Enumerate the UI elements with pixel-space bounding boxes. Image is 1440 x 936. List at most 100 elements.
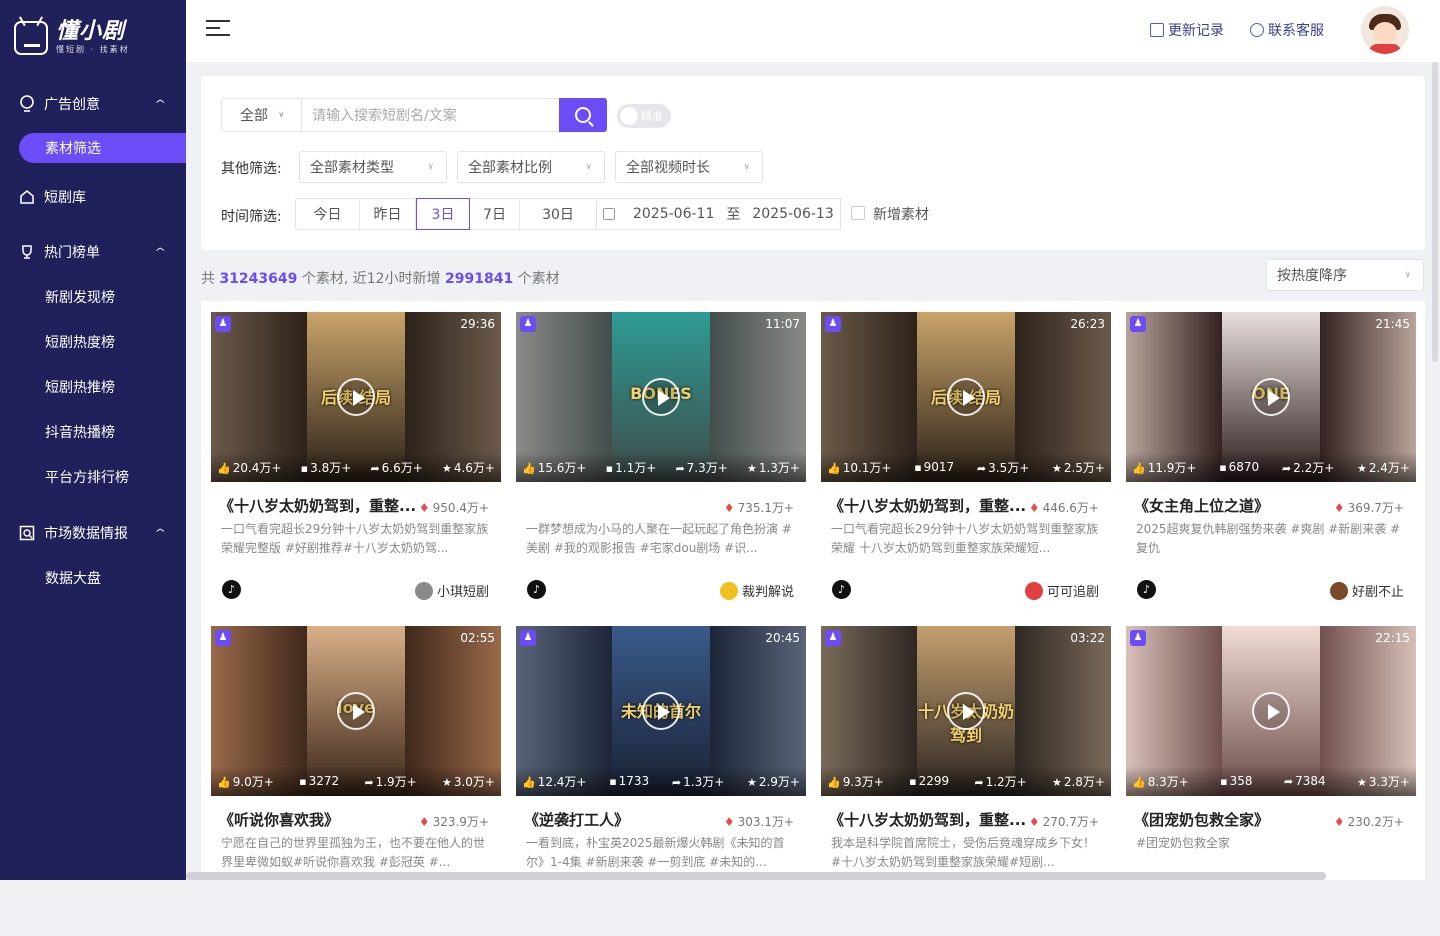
- fire-icon: ♦: [1028, 501, 1040, 515]
- sidebar-item-material-filter[interactable]: 素材筛选: [19, 133, 186, 163]
- search-button[interactable]: [559, 98, 607, 132]
- card-title[interactable]: 《十八岁太奶奶驾到，重整...: [829, 495, 1029, 516]
- play-icon[interactable]: [947, 692, 985, 730]
- time-3day-button[interactable]: 3日: [416, 198, 470, 230]
- date-range-picker[interactable]: 2025-06-11 至 2025-06-13: [595, 198, 841, 230]
- sidebar-item-new-drama[interactable]: 新剧发现榜: [45, 287, 115, 307]
- chevron-down-icon: ∨: [278, 110, 285, 120]
- material-card[interactable]: BONES ♟ 11:07 👍 15.6万+ ▪ 1.1万+ ➦ 7.3万+ ★ 1.3万+ ♦ 735…: [516, 312, 806, 622]
- sidebar-item-drama-heat[interactable]: 短剧热度榜: [45, 332, 115, 352]
- favorites-value: 2.4万+: [1368, 460, 1410, 475]
- play-icon[interactable]: [337, 378, 375, 416]
- thumbs-up-icon: 👍: [522, 775, 536, 789]
- sort-select[interactable]: 按热度降序 ∨: [1266, 259, 1424, 291]
- menu-fold-icon[interactable]: [206, 20, 230, 40]
- comments-metric: ▪ 3272: [299, 774, 339, 788]
- new-material-checkbox[interactable]: [851, 206, 865, 220]
- chevron-down-icon: ∨: [1404, 270, 1411, 280]
- play-icon[interactable]: [642, 692, 680, 730]
- play-icon[interactable]: [1252, 692, 1290, 730]
- card-title[interactable]: 《女主角上位之道》: [1134, 495, 1334, 516]
- video-thumbnail[interactable]: 十八岁太奶奶驾到 ♟ 03:22 👍 9.3万+ ▪ 2299 ➦ 1.2万+ ★ 2.8万+: [821, 626, 1111, 796]
- favorites-metric: ★ 3.3万+: [1357, 773, 1410, 790]
- update-log-link[interactable]: 更新记录: [1150, 20, 1224, 40]
- video-thumbnail[interactable]: ONE ♟ 21:45 👍 11.9万+ ▪ 6870 ➦ 2.2万+ ★ 2.4万+: [1126, 312, 1416, 482]
- likes-value: 12.4万+: [537, 774, 587, 789]
- time-30day-button[interactable]: 30日: [520, 199, 596, 229]
- user-badge-icon: ♟: [215, 316, 231, 332]
- comments-metric: ▪ 2299: [909, 774, 949, 788]
- play-icon[interactable]: [1252, 378, 1290, 416]
- sidebar-item-douyin-hot[interactable]: 抖音热播榜: [45, 422, 115, 442]
- stats-total: 31243649: [219, 271, 298, 287]
- material-card[interactable]: 未知的首尔 ♟ 20:45 👍 12.4万+ ▪ 1733 ➦ 1.3万+ ★ 2.9万+ 《逆袭打工…: [516, 626, 806, 936]
- material-card[interactable]: ONE ♟ 21:45 👍 11.9万+ ▪ 6870 ➦ 2.2万+ ★ 2.4万+ 《女主角上位之…: [1126, 312, 1416, 622]
- sidebar-item-data-dashboard[interactable]: 数据大盘: [45, 568, 101, 588]
- video-metrics: 👍 20.4万+ ▪ 3.8万+ ➦ 6.6万+ ★ 4.6万+: [211, 452, 501, 482]
- nav-group-hot-lists[interactable]: 热门榜单 ^: [0, 232, 186, 272]
- comments-metric: ▪ 9017: [914, 460, 954, 474]
- card-title[interactable]: 《逆袭打工人》: [524, 809, 724, 830]
- fire-icon: ♦: [418, 501, 430, 515]
- douyin-icon: ♪: [832, 580, 851, 599]
- video-thumbnail[interactable]: ♟ 22:15 👍 8.3万+ ▪ 358 ➦ 7384 ★ 3.3万+: [1126, 626, 1416, 796]
- user-avatar[interactable]: [1361, 6, 1409, 54]
- search-category-select[interactable]: 全部 ∨: [222, 99, 302, 131]
- time-7day-button[interactable]: 7日: [470, 199, 520, 229]
- time-yesterday-button[interactable]: 昨日: [360, 199, 416, 229]
- card-title[interactable]: 《十八岁太奶奶驾到，重整...: [829, 809, 1029, 830]
- nav-group-market-data[interactable]: 市场数据情报 ^: [0, 513, 186, 553]
- card-description: 一口气看完超长29分钟十八岁太奶奶驾到重整家族荣耀 十八岁太奶奶驾到重整家族荣耀…: [831, 522, 1099, 555]
- user-badge-icon: ♟: [1130, 316, 1146, 332]
- material-card[interactable]: 后续·结局 ♟ 29:36 👍 20.4万+ ▪ 3.8万+ ➦ 6.6万+ ★ 4.6万+ 《十八岁…: [211, 312, 501, 622]
- video-thumbnail[interactable]: love ♟ 02:55 👍 9.0万+ ▪ 3272 ➦ 1.9万+ ★ 3.0万+: [211, 626, 501, 796]
- play-icon[interactable]: [947, 378, 985, 416]
- nav-group-ad-creative[interactable]: 广告创意 ^: [0, 84, 186, 124]
- share-icon: ➦: [671, 775, 682, 789]
- author[interactable]: 裁判解说: [719, 581, 794, 600]
- comments-value: 1733: [618, 774, 650, 788]
- material-ratio-select[interactable]: 全部素材比例 ∨: [457, 151, 605, 183]
- video-duration: 29:36: [460, 317, 495, 331]
- fire-icon: ♦: [723, 501, 735, 515]
- favorites-metric: ★ 3.0万+: [442, 773, 495, 790]
- video-thumbnail[interactable]: 后续·结局 ♟ 26:23 👍 10.1万+ ▪ 9017 ➦ 3.5万+ ★ 2.5万+: [821, 312, 1111, 482]
- sidebar: 懂小剧 懂短剧 · 找素材 广告创意 ^ 素材筛选 短剧库 热门榜单 ^ 新剧发…: [0, 0, 186, 880]
- author[interactable]: 好剧不止: [1329, 581, 1404, 600]
- video-thumbnail[interactable]: BONES ♟ 11:07 👍 15.6万+ ▪ 1.1万+ ➦ 7.3万+ ★ 1.3万+: [516, 312, 806, 482]
- material-card[interactable]: 后续·结局 ♟ 26:23 👍 10.1万+ ▪ 9017 ➦ 3.5万+ ★ 2.5万+ 《十八岁太…: [821, 312, 1111, 622]
- comment-icon: ▪: [299, 775, 307, 788]
- video-duration-select[interactable]: 全部视频时长 ∨: [615, 151, 763, 183]
- share-icon: ➦: [1281, 461, 1292, 475]
- card-title[interactable]: 《团宠奶包救全家》: [1134, 809, 1334, 830]
- chevron-up-icon: ^: [153, 527, 166, 539]
- card-title[interactable]: 《听说你喜欢我》: [219, 809, 419, 830]
- video-thumbnail[interactable]: 后续·结局 ♟ 29:36 👍 20.4万+ ▪ 3.8万+ ➦ 6.6万+ ★ 4.6万+: [211, 312, 501, 482]
- comments-metric: ▪ 1.1万+: [606, 459, 657, 476]
- share-icon: ➦: [974, 775, 984, 789]
- logo[interactable]: 懂小剧 懂短剧 · 找素材: [14, 20, 130, 55]
- heat-value: ♦ 369.7万+: [1334, 499, 1404, 516]
- exact-match-toggle[interactable]: 精准: [617, 104, 671, 128]
- material-card[interactable]: ♟ 22:15 👍 8.3万+ ▪ 358 ➦ 7384 ★ 3.3万+ 《团宠奶包救全家》 ♦ 230…: [1126, 626, 1416, 936]
- video-thumbnail[interactable]: 未知的首尔 ♟ 20:45 👍 12.4万+ ▪ 1733 ➦ 1.3万+ ★ 2.9万+: [516, 626, 806, 796]
- search-input[interactable]: 请输入搜索短剧名/文案: [302, 105, 559, 125]
- author[interactable]: 小琪短剧: [414, 581, 489, 600]
- nav-group-drama-library[interactable]: 短剧库: [0, 177, 186, 217]
- material-type-select[interactable]: 全部素材类型 ∨: [299, 151, 447, 183]
- card-title[interactable]: 《十八岁太奶奶驾到，重整...: [219, 495, 419, 516]
- contact-support-link[interactable]: 联系客服: [1250, 20, 1324, 40]
- time-today-button[interactable]: 今日: [296, 199, 360, 229]
- play-icon[interactable]: [642, 378, 680, 416]
- sidebar-item-drama-promo[interactable]: 短剧热推榜: [45, 377, 115, 397]
- vertical-scrollbar[interactable]: [1432, 62, 1438, 362]
- play-icon[interactable]: [337, 692, 375, 730]
- shares-metric: ➦ 7.3万+: [675, 459, 727, 476]
- sidebar-item-platform-rank[interactable]: 平台方排行榜: [45, 467, 129, 487]
- material-card[interactable]: love ♟ 02:55 👍 9.0万+ ▪ 3272 ➦ 1.9万+ ★ 3.0万+ 《听说你喜欢我…: [211, 626, 501, 936]
- horizontal-scrollbar[interactable]: [186, 872, 1326, 880]
- video-metrics: 👍 15.6万+ ▪ 1.1万+ ➦ 7.3万+ ★ 1.3万+: [516, 452, 806, 482]
- favorites-value: 1.3万+: [758, 460, 800, 475]
- author[interactable]: 可可追剧: [1024, 581, 1099, 600]
- material-card[interactable]: 十八岁太奶奶驾到 ♟ 03:22 👍 9.3万+ ▪ 2299 ➦ 1.2万+ ★ 2.8万+ 《十八…: [821, 626, 1111, 936]
